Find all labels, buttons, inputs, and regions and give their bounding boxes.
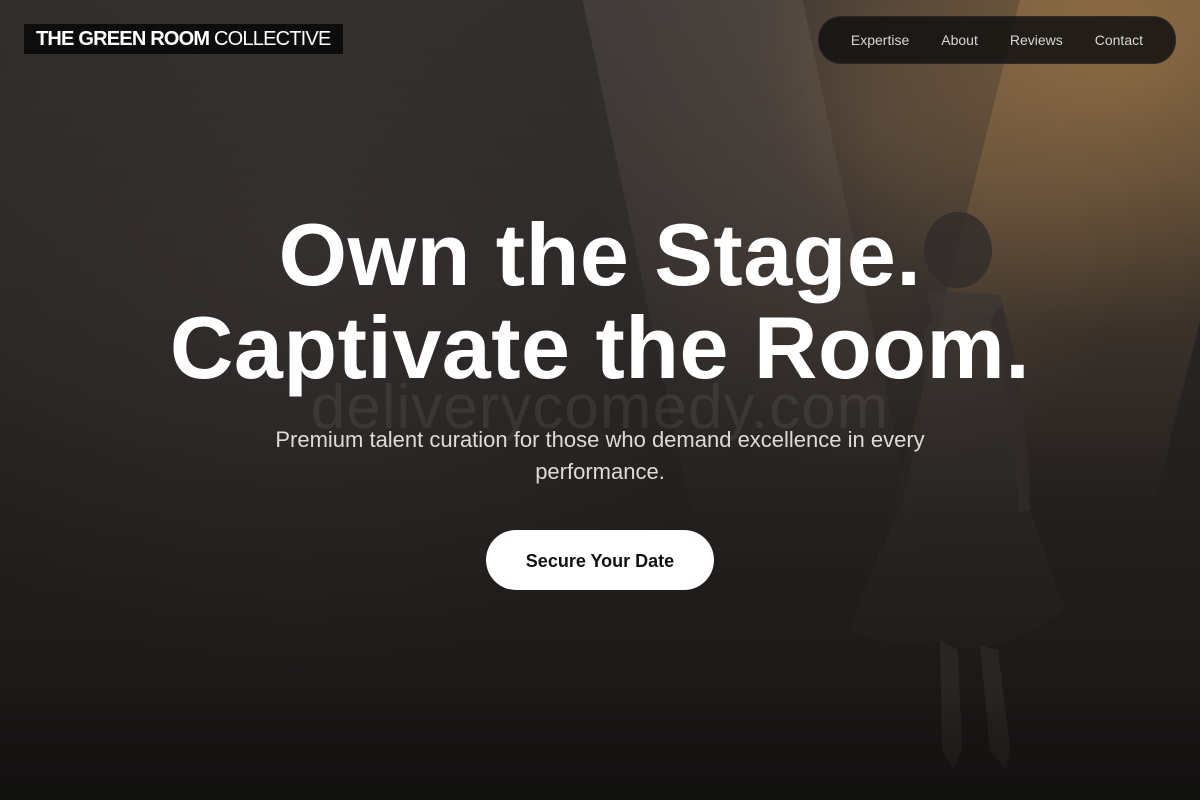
hero-content: Own the Stage. Captivate the Room. Premi…: [0, 208, 1200, 590]
main-nav: Expertise About Reviews Contact: [817, 16, 1176, 64]
nav-link-about[interactable]: About: [925, 17, 994, 63]
hero-headline-line-1: Own the Stage.: [278, 205, 922, 304]
nav-link-contact[interactable]: Contact: [1079, 17, 1159, 63]
hero-section: THE GREEN ROOM COLLECTIVE Expertise Abou…: [0, 0, 1200, 800]
nav-link-reviews[interactable]: Reviews: [994, 17, 1079, 63]
brand-name-light: COLLECTIVE: [214, 28, 331, 50]
nav-link-expertise[interactable]: Expertise: [835, 17, 925, 63]
hero-headline: Own the Stage. Captivate the Room.: [0, 208, 1200, 394]
brand-name-bold: THE GREEN ROOM: [36, 28, 210, 50]
secure-date-button[interactable]: Secure Your Date: [486, 530, 714, 590]
hero-subtitle: Premium talent curation for those who de…: [275, 427, 925, 484]
hero-headline-line-2: Captivate the Room.: [169, 298, 1031, 397]
brand-logo[interactable]: THE GREEN ROOM COLLECTIVE: [24, 24, 343, 54]
